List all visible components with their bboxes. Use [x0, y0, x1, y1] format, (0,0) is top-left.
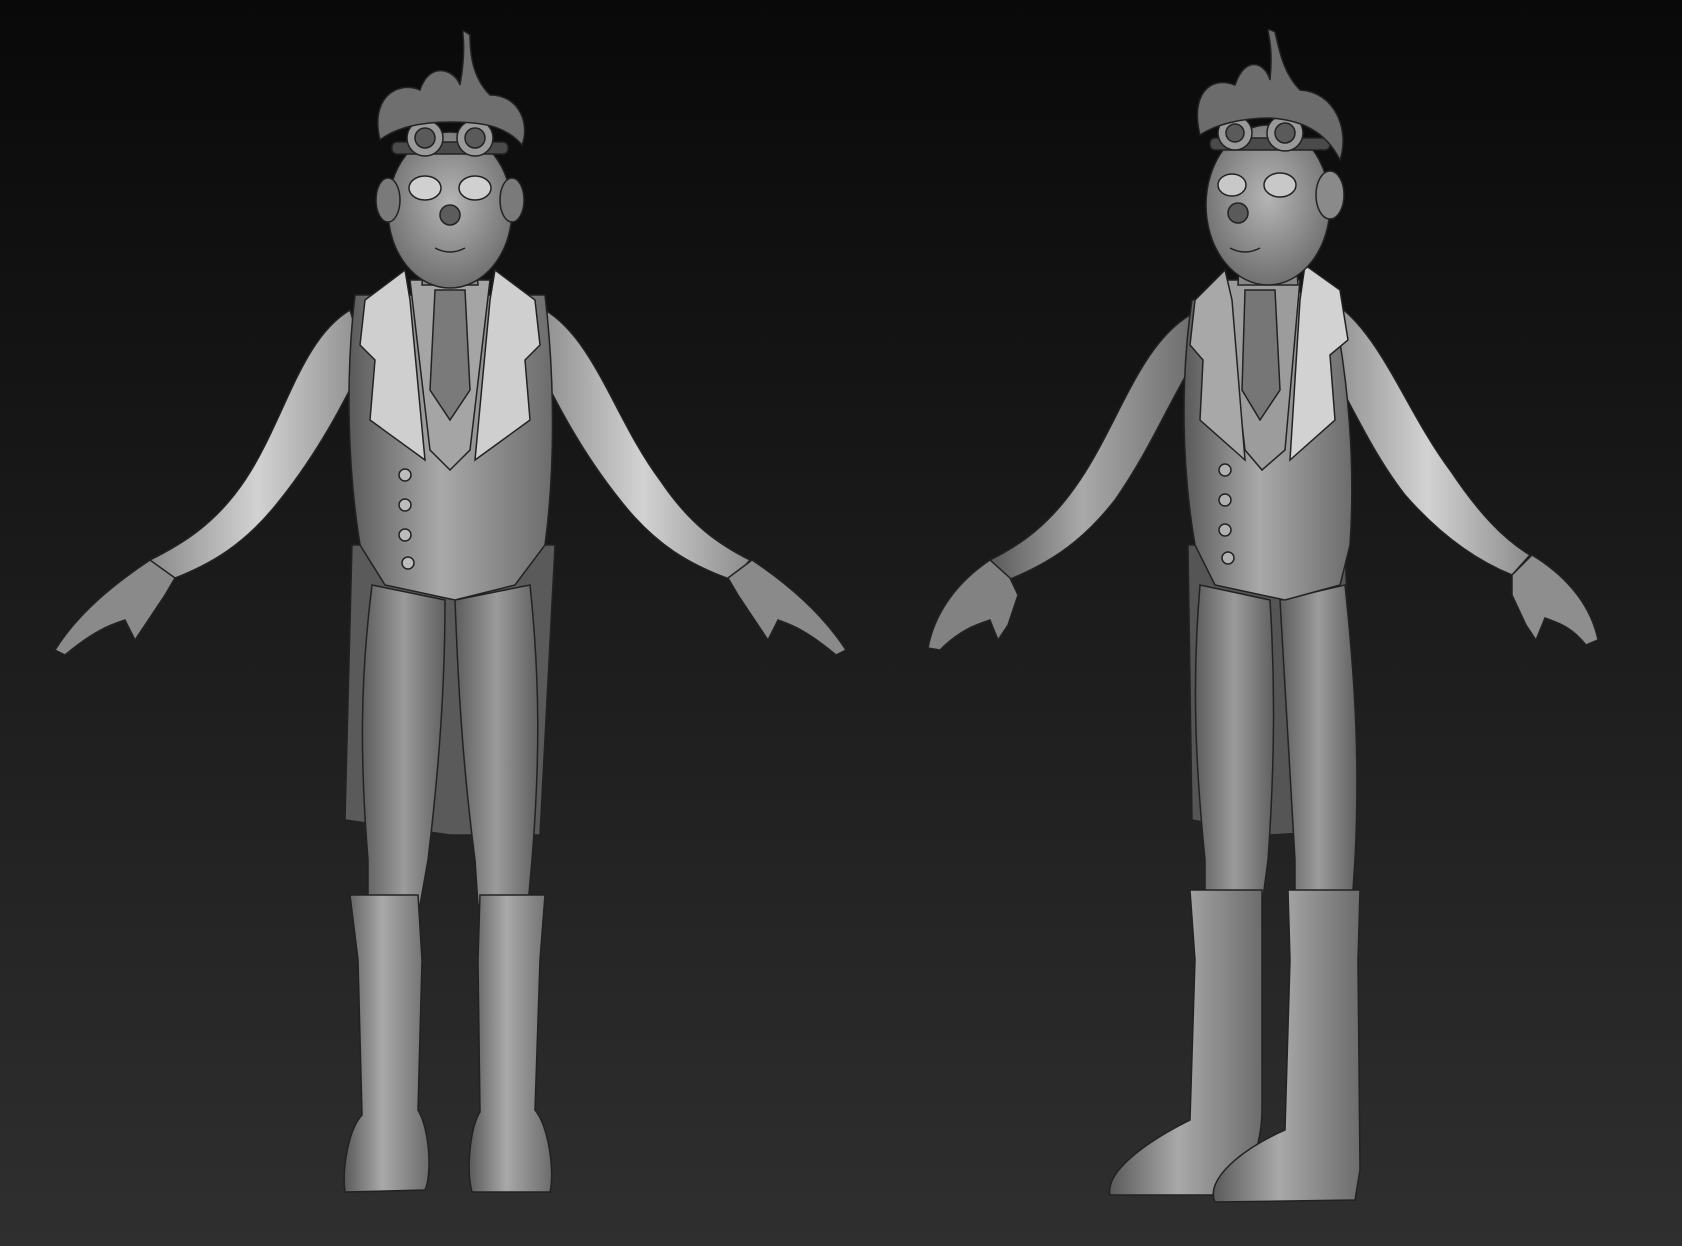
right-ear [499, 177, 525, 223]
right-ear [1315, 170, 1345, 220]
sculpt-viewport[interactable] [0, 0, 1682, 1246]
nose [439, 204, 461, 226]
nose [1227, 202, 1249, 224]
left-leg [1194, 584, 1275, 906]
left-eye [408, 175, 442, 201]
left-ear [375, 177, 401, 223]
sculpt-scene [0, 0, 1682, 1246]
left-eye [1217, 173, 1247, 197]
right-eye [458, 175, 492, 201]
viewport-background [0, 0, 1682, 1246]
right-eye [1263, 172, 1297, 198]
